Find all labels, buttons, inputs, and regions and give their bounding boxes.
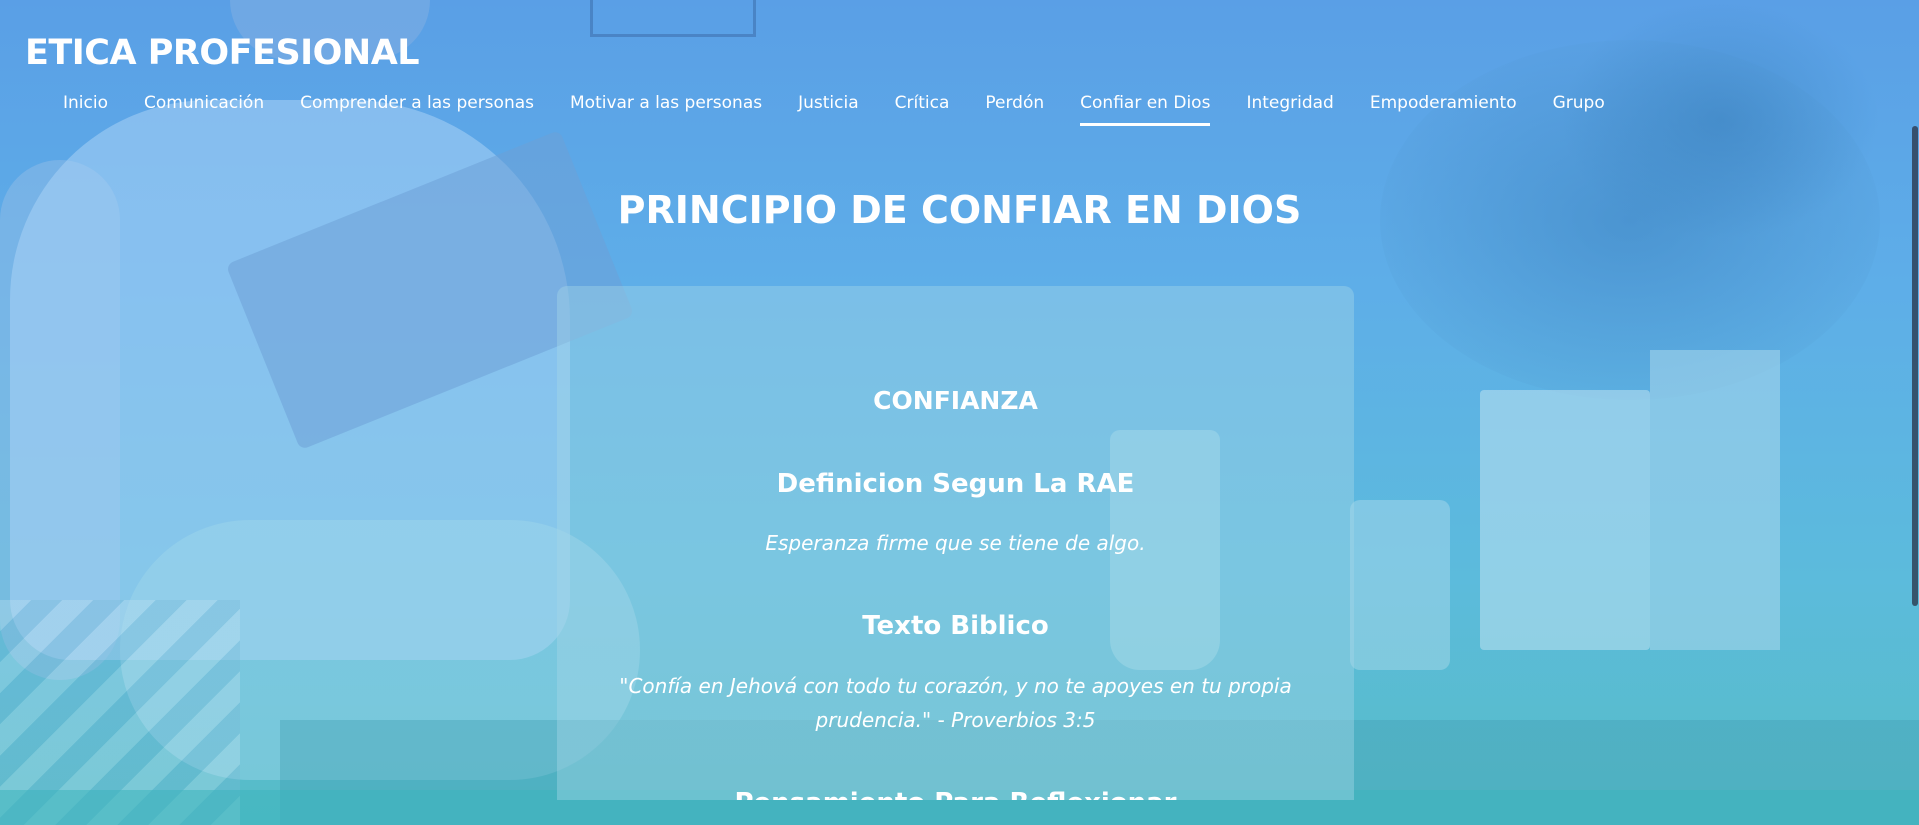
nav-item-comprender-a-las-personas[interactable]: Comprender a las personas xyxy=(282,90,552,126)
nav-item-confiar-en-dios[interactable]: Confiar en Dios xyxy=(1062,90,1228,126)
bible-text: "Confía en Jehová con todo tu corazón, y… xyxy=(619,674,1292,732)
page-title: PRINCIPIO DE CONFIAR EN DIOS xyxy=(617,188,1302,232)
scrollbar-thumb[interactable] xyxy=(1912,126,1918,606)
reflection-heading: Pensamiento Para Reflexionar xyxy=(557,788,1354,800)
nav-item-critica[interactable]: Crítica xyxy=(877,90,968,126)
background-promo-sign xyxy=(1650,350,1780,650)
definition-text: Esperanza firme que se tiene de algo. xyxy=(765,531,1146,555)
nav-item-empoderamiento[interactable]: Empoderamiento xyxy=(1352,90,1535,126)
bible-heading: Texto Biblico xyxy=(862,611,1049,641)
background-picture-frame xyxy=(590,0,756,37)
nav-item-inicio[interactable]: Inicio xyxy=(45,90,126,126)
nav-item-perdon[interactable]: Perdón xyxy=(967,90,1062,126)
nav-item-integridad[interactable]: Integridad xyxy=(1228,90,1351,126)
nav-list: Inicio Comunicación Comprender a las perso… xyxy=(45,90,1623,126)
scrollbar[interactable] xyxy=(1911,0,1919,825)
definition-heading: Definicion Segun La RAE xyxy=(776,469,1135,499)
nav-item-comunicacion[interactable]: Comunicación xyxy=(126,90,282,126)
site-title[interactable]: ETICA PROFESIONAL xyxy=(25,33,420,73)
content-card: CONFIANZA Definicion Segun La RAE Espera… xyxy=(557,286,1354,800)
nav-item-grupo[interactable]: Grupo xyxy=(1535,90,1623,126)
background-menu-stand xyxy=(1480,390,1650,650)
section-title: CONFIANZA xyxy=(873,386,1038,415)
nav-item-justicia[interactable]: Justicia xyxy=(780,90,877,126)
background-cups xyxy=(1350,500,1450,670)
nav-item-motivar-a-las-personas[interactable]: Motivar a las personas xyxy=(552,90,780,126)
